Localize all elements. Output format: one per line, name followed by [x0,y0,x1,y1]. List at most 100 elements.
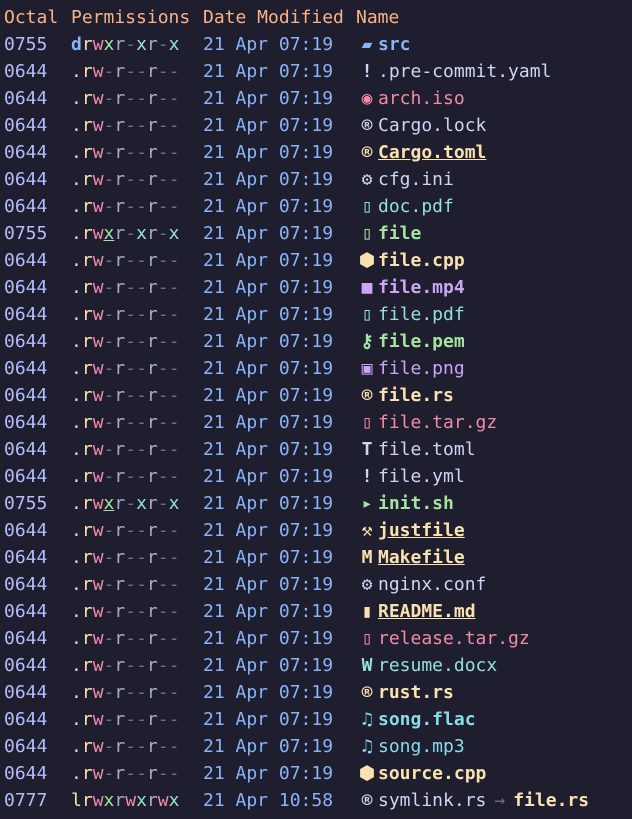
name-cell[interactable]: ▣ file.png [356,355,465,382]
file-row[interactable]: 0644 .rw-r--r-- 21 Apr 07:19 ® Cargo.lock [4,112,632,139]
file-row[interactable]: 0644 .rw-r--r-- 21 Apr 07:19 ® rust.rs [4,679,632,706]
file-name[interactable]: Cargo.lock [378,115,486,136]
permissions-value: .rw-r--r-- [71,763,180,784]
file-name[interactable]: source.cpp [378,763,486,784]
name-cell[interactable]: ® rust.rs [356,679,454,706]
date-modified-value: 21 Apr 07:19 [203,574,334,595]
name-cell[interactable]: ▰ src [356,31,411,58]
file-row[interactable]: 0644 .rw-r--r-- 21 Apr 07:19 M Makefile [4,544,632,571]
file-row[interactable]: 0755 drwxr-xr-x 21 Apr 07:19 ▰ src [4,31,632,58]
octal-value: 0644 [4,88,48,109]
file-name[interactable]: file.mp4 [378,277,465,298]
file-row[interactable]: 0644 .rw-r--r-- 21 Apr 07:19 ▮ README.md [4,598,632,625]
file-name[interactable]: file.cpp [378,250,465,271]
file-name[interactable]: file.pdf [378,304,465,325]
file-name[interactable]: init.sh [378,493,454,514]
file-name[interactable]: file.png [378,358,465,379]
file-row[interactable]: 0755 .rwxr-xr-x 21 Apr 07:19 ▯ file [4,220,632,247]
file-name[interactable]: cfg.ini [378,169,454,190]
permissions-value: .rwxr-xr-x [71,493,180,514]
name-cell[interactable]: ⬢ file.cpp [356,247,465,274]
file-name[interactable]: file.rs [378,385,454,406]
octal-value: 0755 [4,223,48,244]
file-row[interactable]: 0644 .rw-r--r-- 21 Apr 07:19! file.yml [4,463,632,490]
file-name[interactable]: file.pem [378,331,465,352]
file-row[interactable]: 0644 .rw-r--r-- 21 Apr 07:19 ⚷ file.pem [4,328,632,355]
file-name[interactable]: arch.iso [378,88,465,109]
name-cell[interactable]: ▯ file.tar.gz [356,409,498,436]
file-row[interactable]: 0644 .rw-r--r-- 21 Apr 07:19 ▯ release.tar.g… [4,625,632,652]
date-modified-value: 21 Apr 07:19 [203,682,334,703]
file-row[interactable]: 0777 lrwxrwxrwx 21 Apr 10:58 ® symlink.rs → fi… [4,787,632,814]
file-name[interactable]: nginx.conf [378,574,486,595]
file-name[interactable]: file.tar.gz [378,412,497,433]
file-row[interactable]: 0644 .rw-r--r-- 21 Apr 07:19 Tfile.toml [4,436,632,463]
name-cell[interactable]: ® Cargo.toml [356,139,487,166]
name-cell[interactable]: ⚙ cfg.ini [356,166,454,193]
terminal-window: Octal Permissions Date Modified Name 075… [0,0,632,819]
name-cell[interactable]: ■ file.mp4 [356,274,465,301]
file-row[interactable]: 0644 .rw-r--r-- 21 Apr 07:19 ▯ file.tar.gz [4,409,632,436]
file-name[interactable]: doc.pdf [378,196,454,217]
file-name[interactable]: Makefile [378,547,465,568]
file-row[interactable]: 0644 .rw-r--r-- 21 Apr 07:19 ⬢ source.cpp [4,760,632,787]
file-name[interactable]: file [378,223,421,244]
name-cell[interactable]: ⚷ file.pem [356,328,465,355]
name-cell[interactable]: ! file.yml [356,463,465,490]
name-cell[interactable]: Tfile.toml [356,436,476,463]
file-row[interactable]: 0644 .rw-r--r-- 21 Apr 07:19 ® Cargo.toml [4,139,632,166]
name-cell[interactable]: ⚙ nginx.conf [356,571,487,598]
name-cell[interactable]: Wresume.docx [356,652,498,679]
file-row[interactable]: 0644 .rw-r--r-- 21 Apr 07:19 ▯ doc.pdf [4,193,632,220]
file-name[interactable]: resume.docx [378,655,497,676]
name-cell[interactable]: ♫ song.flac [356,706,476,733]
file-name[interactable]: file.toml [378,439,476,460]
symlink-target[interactable]: file.rs [513,790,589,811]
file-row[interactable]: 0644 .rw-r--r-- 21 Apr 07:19 ® file.rs [4,382,632,409]
name-cell[interactable]: ▸ init.sh [356,490,454,517]
file-row[interactable]: 0644 .rw-r--r-- 21 Apr 07:19 ▣ file.png [4,355,632,382]
name-cell[interactable]: ▯ release.tar.gz [356,625,530,652]
name-cell[interactable]: ▯ file.pdf [356,301,465,328]
date-modified-value: 21 Apr 07:19 [203,250,334,271]
name-cell[interactable]: ▯ file [356,220,422,247]
file-row[interactable]: 0644 .rw-r--r-- 21 Apr 07:19 ⚙ cfg.ini [4,166,632,193]
date-modified-value: 21 Apr 07:19 [203,61,334,82]
file-name[interactable]: rust.rs [378,682,454,703]
name-cell[interactable]: M Makefile [356,544,465,571]
file-name[interactable]: src [378,34,411,55]
file-row[interactable]: 0644 .rw-r--r-- 21 Apr 07:19 ⚒ justfile [4,517,632,544]
file-name[interactable]: file.yml [378,466,465,487]
file-row[interactable]: 0644 .rw-r--r-- 21 Apr 07:19 ♫ song.flac [4,706,632,733]
permissions-value: drwxr-xr-x [71,34,180,55]
file-name[interactable]: justfile [378,520,465,541]
file-name[interactable]: Cargo.toml [378,142,486,163]
name-cell[interactable]: ⚒ justfile [356,517,465,544]
name-cell[interactable]: ® file.rs [356,382,454,409]
name-cell[interactable]: ® symlink.rs → file.rs [356,787,590,814]
file-name[interactable]: song.flac [378,709,476,730]
file-name[interactable]: README.md [378,601,476,622]
file-name[interactable]: release.tar.gz [378,628,530,649]
file-row[interactable]: 0644 .rw-r--r-- 21 Apr 07:19 ⚙ nginx.conf [4,571,632,598]
file-row[interactable]: 0644 .rw-r--r-- 21 Apr 07:19 Wresume.docx [4,652,632,679]
file-name[interactable]: .pre-commit.yaml [378,61,551,82]
name-cell[interactable]: ▯ doc.pdf [356,193,454,220]
file-row[interactable]: 0644 .rw-r--r-- 21 Apr 07:19 ◉ arch.iso [4,85,632,112]
file-row[interactable]: 0644 .rw-r--r-- 21 Apr 07:19 ■ file.mp4 [4,274,632,301]
file-row[interactable]: 0644 .rw-r--r-- 21 Apr 07:19 ▯ file.pdf [4,301,632,328]
name-cell[interactable]: ♫ song.mp3 [356,733,465,760]
name-cell[interactable]: ! .pre-commit.yaml [356,58,552,85]
file-name[interactable]: symlink.rs [378,790,486,811]
name-cell[interactable]: ▮ README.md [356,598,476,625]
name-cell[interactable]: ⬢ source.cpp [356,760,486,787]
file-row[interactable]: 0644 .rw-r--r-- 21 Apr 07:19! .pre-commit.y… [4,58,632,85]
date-modified-value: 21 Apr 07:19 [203,88,334,109]
file-row[interactable]: 0644 .rw-r--r-- 21 Apr 07:19 ♫ song.mp3 [4,733,632,760]
name-cell[interactable]: ◉ arch.iso [356,85,465,112]
file-row[interactable]: 0644 .rw-r--r-- 21 Apr 07:19 ⬢ file.cpp [4,247,632,274]
name-cell[interactable]: ® Cargo.lock [356,112,487,139]
file-row[interactable]: 0755 .rwxr-xr-x 21 Apr 07:19 ▸ init.sh [4,490,632,517]
file-name[interactable]: song.mp3 [378,736,465,757]
permissions-value: .rwxr-xr-x [71,223,180,244]
